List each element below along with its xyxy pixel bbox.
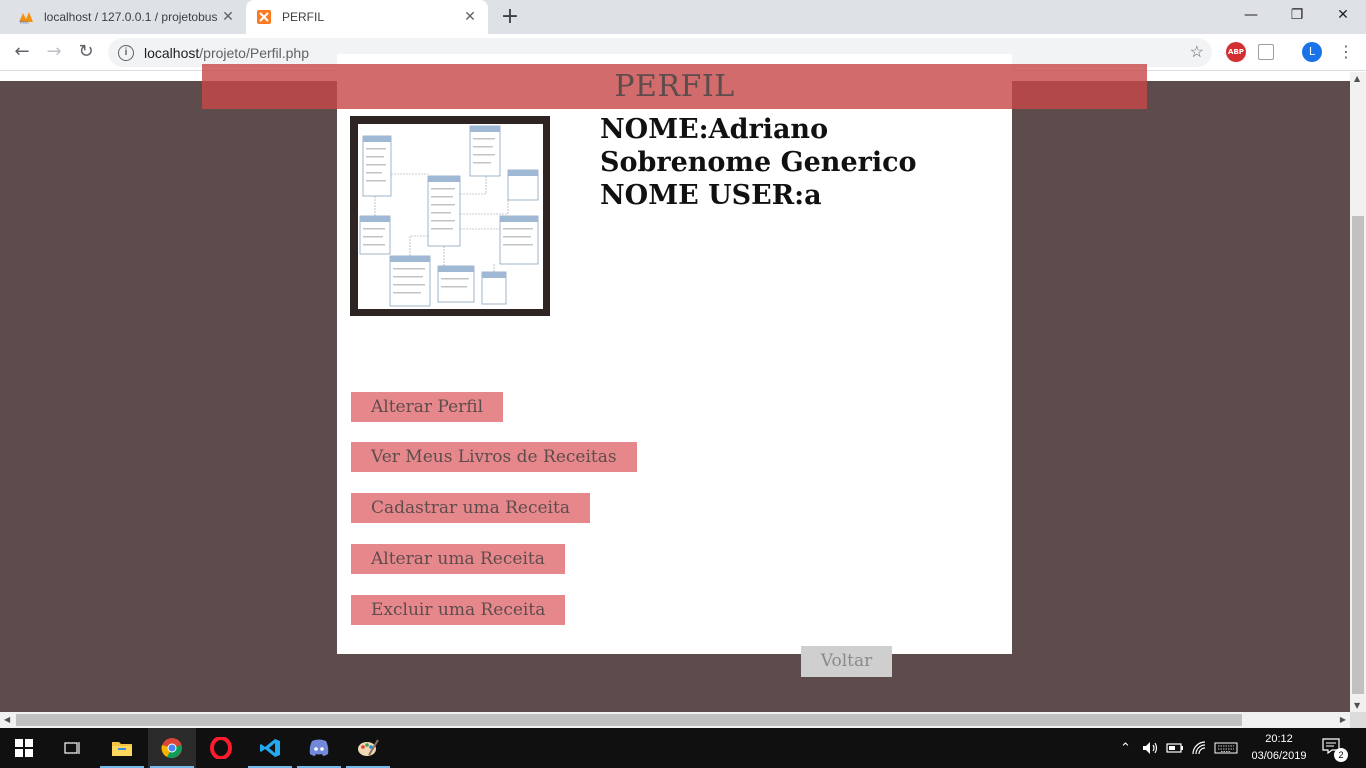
clock-time: 20:12 (1265, 733, 1293, 745)
tab-phpmyadmin[interactable]: PMA localhost / 127.0.0.1 / projetobus ✕ (8, 0, 246, 34)
bookmark-star-icon[interactable]: ☆ (1190, 42, 1204, 62)
info-icon[interactable]: i (118, 44, 134, 61)
er-diagram-image (359, 125, 539, 307)
vertical-scroll-thumb[interactable] (1352, 216, 1364, 694)
tab-title: localhost / 127.0.0.1 / projetobus (44, 10, 218, 24)
browser-menu-icon[interactable]: ⋮ (1338, 42, 1354, 61)
volume-icon[interactable] (1142, 728, 1160, 768)
notification-badge: 2 (1334, 748, 1348, 762)
new-tab-button[interactable]: + (498, 4, 522, 30)
ver-livros-button[interactable]: Ver Meus Livros de Receitas (351, 442, 637, 472)
adblock-icon[interactable]: ABP (1226, 42, 1246, 62)
clock-date: 03/06/2019 (1251, 750, 1307, 762)
file-explorer-icon[interactable] (98, 728, 146, 768)
windows-start-icon[interactable] (0, 728, 48, 768)
forward-arrow-icon[interactable]: → (40, 38, 68, 66)
scroll-up-icon[interactable]: ▲ (1354, 74, 1360, 83)
profile-info: NOME:Adriano Sobrenome Generico NOME USE… (600, 113, 917, 212)
close-tab-icon[interactable]: ✕ (220, 9, 236, 25)
scrollbar-corner (1350, 712, 1366, 728)
scroll-down-icon[interactable]: ▼ (1354, 701, 1360, 710)
restore-icon[interactable]: ❐ (1274, 0, 1320, 30)
profile-surname: Sobrenome Generico (600, 147, 917, 178)
minimize-icon[interactable]: — (1228, 0, 1274, 30)
voltar-button[interactable]: Voltar (801, 646, 892, 677)
scroll-right-icon[interactable]: ▶ (1340, 715, 1346, 724)
alterar-receita-button[interactable]: Alterar uma Receita (351, 544, 565, 574)
tab-title: PERFIL (282, 10, 325, 24)
profile-name: NOME:Adriano (600, 114, 829, 145)
windows-taskbar: ⌃ 20:12 03/06/2019 2 (0, 728, 1366, 768)
horizontal-scroll-thumb[interactable] (16, 714, 1242, 726)
profile-picture (358, 124, 543, 309)
url-path: /projeto/Perfil.php (199, 44, 309, 61)
back-arrow-icon[interactable]: ← (8, 38, 36, 66)
profile-avatar[interactable]: L (1302, 42, 1322, 62)
profile-username: NOME USER:a (600, 180, 822, 211)
chrome-icon[interactable] (148, 728, 196, 768)
xampp-icon (257, 10, 271, 24)
task-view-icon[interactable] (48, 728, 96, 768)
vscode-icon[interactable] (246, 728, 294, 768)
show-hidden-icons[interactable]: ⌃ (1120, 728, 1131, 768)
keyboard-icon[interactable] (1214, 728, 1238, 768)
paint-icon[interactable] (344, 728, 392, 768)
reload-icon[interactable]: ↻ (72, 38, 100, 66)
scroll-left-icon[interactable]: ◀ (4, 715, 10, 724)
phpmyadmin-icon: PMA (19, 12, 33, 25)
excluir-receita-button[interactable]: Excluir uma Receita (351, 595, 566, 625)
alterar-perfil-button[interactable]: Alterar Perfil (351, 392, 504, 422)
close-window-icon[interactable]: ✕ (1320, 0, 1366, 30)
opera-icon[interactable] (197, 728, 245, 768)
extension-icon[interactable] (1258, 44, 1274, 60)
discord-icon[interactable] (295, 728, 343, 768)
svg-text:PMA: PMA (20, 20, 29, 25)
profile-picture-frame (350, 116, 550, 316)
tab-strip: PMA localhost / 127.0.0.1 / projetobus ✕… (0, 0, 1366, 34)
vertical-scrollbar[interactable]: ▲ ▼ (1350, 72, 1366, 712)
url-host: localhost (144, 44, 200, 61)
close-tab-icon[interactable]: ✕ (462, 9, 478, 25)
cadastrar-receita-button[interactable]: Cadastrar uma Receita (351, 493, 590, 523)
system-clock[interactable]: 20:12 03/06/2019 (1248, 731, 1310, 765)
notification-center-icon[interactable]: 2 (1322, 738, 1348, 762)
wifi-icon[interactable] (1192, 728, 1208, 768)
horizontal-scrollbar[interactable]: ◀ ▶ (0, 712, 1350, 728)
tab-perfil[interactable]: PERFIL ✕ (246, 0, 488, 34)
page-title: PERFIL (614, 69, 735, 104)
battery-icon[interactable] (1166, 728, 1184, 768)
